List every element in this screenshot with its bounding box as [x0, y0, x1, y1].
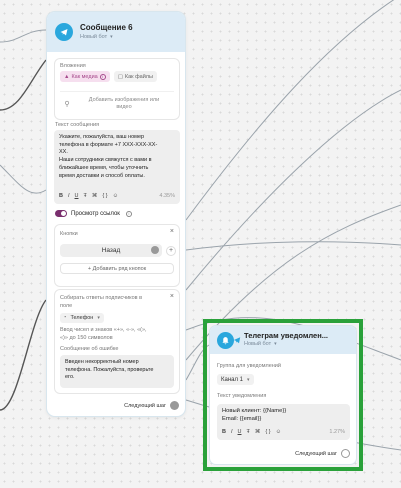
- buttons-section: Кнопки × Назад + + Добавить ряд кнопок: [54, 224, 180, 287]
- format-toolbar: B I U Ŧ ⌘ { } ☺ 1.27%: [222, 429, 345, 437]
- link-button[interactable]: ⌘: [255, 429, 261, 437]
- message-card-title: Сообщение 6: [80, 22, 133, 32]
- phone-field-icon: ⁃: [64, 315, 67, 321]
- field-selector[interactable]: ⁃ Телефон ▾: [60, 313, 104, 323]
- button-connector-handle[interactable]: [151, 246, 159, 254]
- info-icon: i: [125, 210, 132, 217]
- add-button-row[interactable]: + Добавить ряд кнопок: [60, 263, 174, 274]
- link-button[interactable]: ⌘: [92, 193, 98, 201]
- next-step-row: Следующий шаг: [124, 401, 179, 410]
- message-card[interactable]: Сообщение 6 Новый бот ▾ Вложения ▲ Как мед…: [46, 11, 186, 417]
- emoji-button[interactable]: ☺: [113, 193, 119, 201]
- message-text-label: Текст сообщения: [55, 122, 100, 128]
- close-icon[interactable]: ×: [170, 228, 174, 235]
- input-hint: Ввод чисел и знаков «+», «-», «(», «)» д…: [60, 327, 147, 341]
- bold-button[interactable]: B: [222, 429, 226, 437]
- bold-button[interactable]: B: [59, 193, 63, 201]
- file-icon: ▢: [117, 73, 123, 80]
- add-media-button[interactable]: ⚲ Добавить изображения или видео: [60, 91, 174, 115]
- bot-selector[interactable]: Новый бот ▾: [244, 341, 328, 348]
- italic-button[interactable]: I: [231, 429, 233, 437]
- attachments-label: Вложения: [60, 63, 86, 69]
- italic-button[interactable]: I: [68, 193, 70, 201]
- add-button-icon[interactable]: +: [166, 245, 176, 256]
- buttons-label: Кнопки: [60, 231, 78, 237]
- chevron-down-icon: ▾: [110, 33, 113, 40]
- paperclip-icon: ⚲: [64, 100, 70, 108]
- notify-group-label: Группа для уведомлений: [217, 363, 281, 369]
- close-icon[interactable]: ×: [170, 293, 174, 300]
- variable-button[interactable]: { }: [102, 193, 107, 201]
- strikethrough-button[interactable]: Ŧ: [84, 193, 87, 201]
- as-files-button[interactable]: ▢ Как файлы: [113, 71, 157, 82]
- chevron-down-icon: ▾: [274, 341, 277, 348]
- preview-links-row: Просмотр ссылок i: [55, 210, 132, 217]
- message-text-input[interactable]: Укажите, пожалуйста, ваш номер телефона …: [54, 130, 180, 204]
- error-message-input[interactable]: Введен некорректный номер телефона. Пожа…: [60, 355, 174, 388]
- error-message-label: Сообщение об ошибке: [60, 346, 119, 352]
- chevron-down-icon: ▾: [97, 315, 100, 321]
- telegram-icon: [55, 23, 73, 41]
- text-length-percent: 4.35%: [159, 193, 175, 200]
- telegram-icon: [233, 331, 241, 349]
- notify-text-label: Текст уведомления: [217, 393, 267, 399]
- as-media-button[interactable]: ▲ Как медиа i: [60, 71, 110, 82]
- next-step-row: Следующий шаг: [295, 449, 350, 458]
- chevron-down-icon: ▾: [247, 376, 250, 383]
- notify-card-header[interactable]: Телеграм уведомлен... Новый бот ▾: [210, 326, 356, 354]
- notify-group-select[interactable]: Канал 1 ▾: [217, 374, 254, 385]
- notify-text-input[interactable]: Новый клиент: {{Name}} Email: {{email}} …: [217, 404, 350, 440]
- bot-selector[interactable]: Новый бот ▾: [80, 34, 133, 41]
- collect-answers-section: × Собирать ответы подписчиков в поле ⁃ Т…: [54, 289, 180, 394]
- message-card-header[interactable]: Сообщение 6 Новый бот ▾: [47, 12, 185, 52]
- image-icon: ▲: [64, 73, 70, 80]
- underline-button[interactable]: U: [238, 429, 242, 437]
- emoji-button[interactable]: ☺: [276, 429, 282, 437]
- next-step-handle[interactable]: [170, 401, 179, 410]
- bell-icon: [217, 331, 241, 349]
- telegram-notify-card[interactable]: Телеграм уведомлен... Новый бот ▾ Группа …: [209, 325, 357, 465]
- preview-links-toggle[interactable]: [55, 210, 67, 217]
- info-icon: i: [99, 73, 106, 80]
- back-button[interactable]: Назад: [60, 244, 162, 257]
- text-length-percent: 1.27%: [329, 429, 345, 436]
- strikethrough-button[interactable]: Ŧ: [247, 429, 250, 437]
- collect-answers-label: Собирать ответы подписчиков в поле: [60, 295, 143, 309]
- next-step-handle[interactable]: [341, 449, 350, 458]
- underline-button[interactable]: U: [75, 193, 79, 201]
- attachments-section: Вложения ▲ Как медиа i ▢ Как файлы ⚲ Добави…: [54, 58, 180, 120]
- format-toolbar: B I U Ŧ ⌘ { } ☺ 4.35%: [59, 193, 175, 201]
- variable-button[interactable]: { }: [265, 429, 270, 437]
- notify-card-title: Телеграм уведомлен...: [244, 331, 328, 341]
